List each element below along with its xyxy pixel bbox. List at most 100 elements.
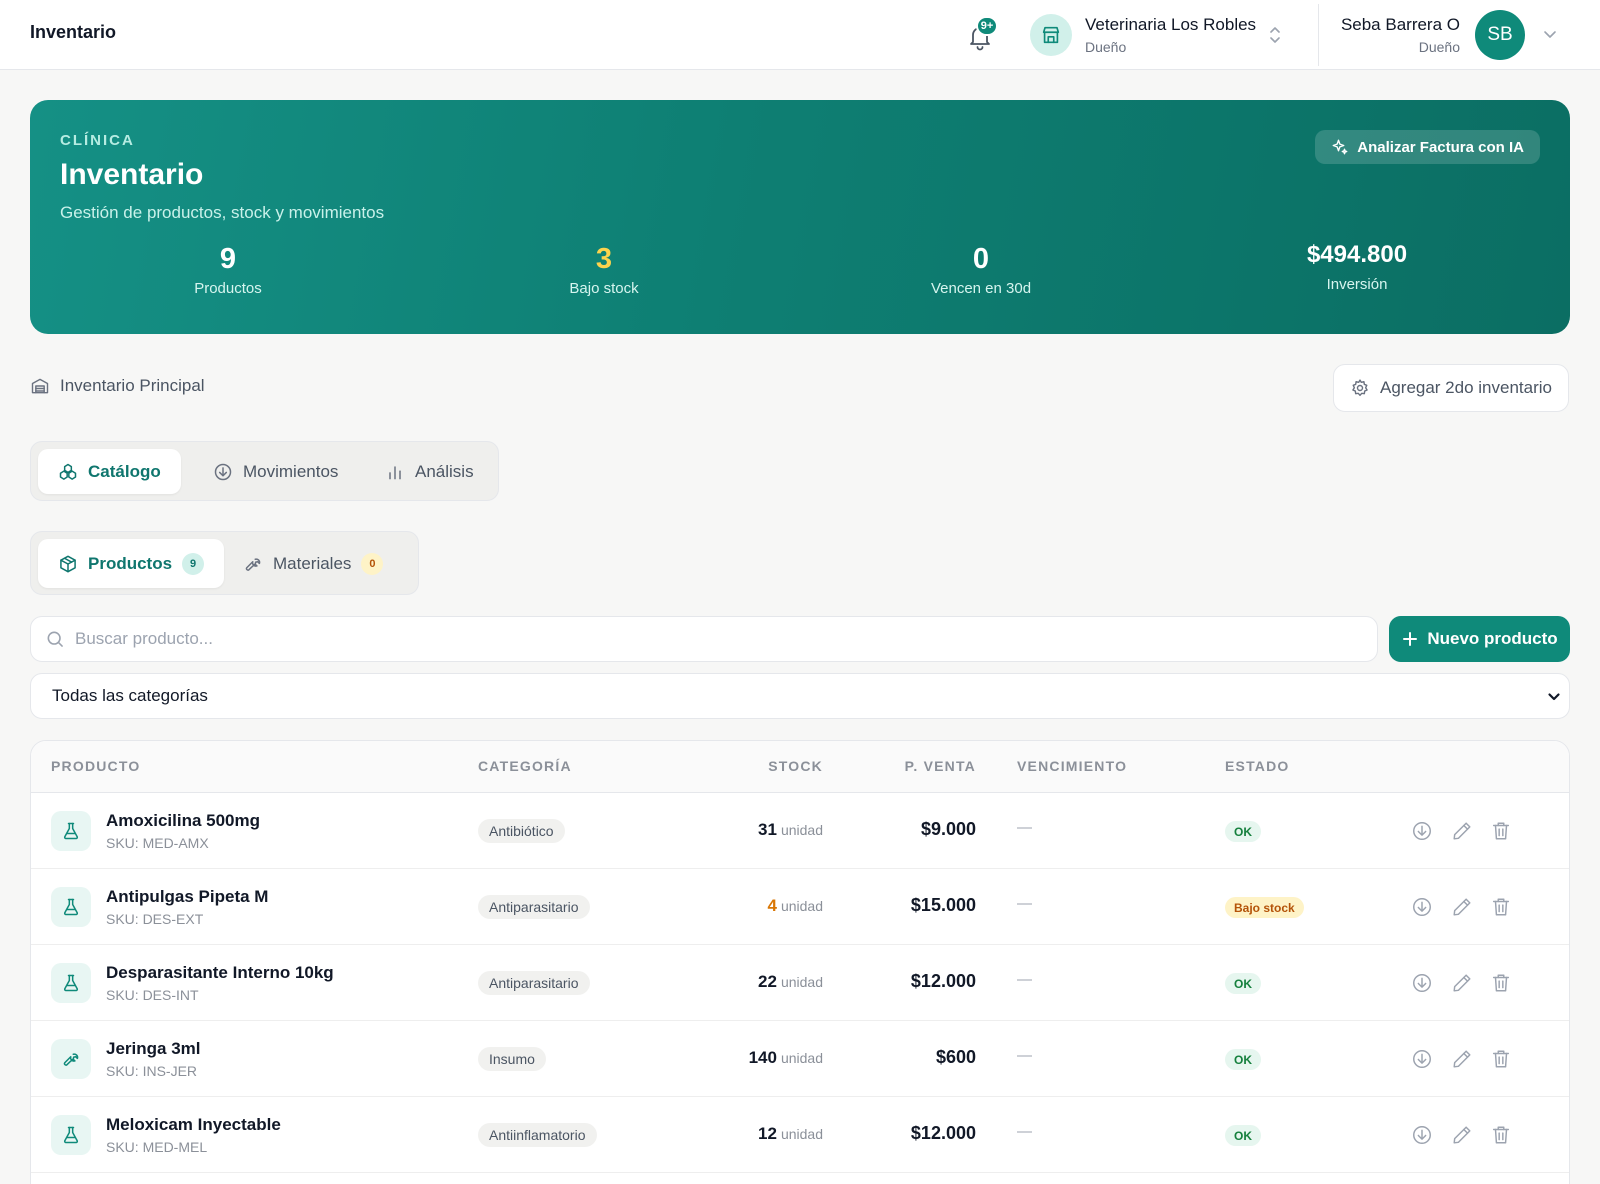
delete-trash-icon[interactable] [1490, 972, 1512, 994]
notification-count-badge: 9+ [976, 16, 998, 36]
status-badge: Bajo stock [1225, 897, 1304, 918]
register-movement-icon[interactable] [1411, 1124, 1433, 1146]
edit-pencil-icon[interactable] [1451, 1124, 1473, 1146]
chevron-down-icon[interactable] [1543, 27, 1557, 46]
add-second-inventory-label: Agregar 2do inventario [1379, 378, 1552, 397]
subtab-productos[interactable]: Productos 9 [38, 539, 225, 588]
gear-icon [1352, 379, 1368, 397]
tab-label: Movimientos [243, 461, 339, 481]
clinic-store-icon[interactable] [1030, 14, 1072, 56]
user-avatar[interactable]: SB [1475, 10, 1525, 60]
product-sku: SKU: DES-INT [106, 987, 199, 1003]
stat-value: 9 [219, 243, 237, 275]
header-categoria[interactable]: CATEGORÍA [478, 758, 572, 774]
product-name[interactable]: Amoxicilina 500mg [106, 811, 260, 831]
register-movement-icon[interactable] [1411, 896, 1433, 918]
tab-movimientos[interactable]: Movimientos [193, 449, 358, 494]
clinic-name[interactable]: Veterinaria Los Robles [1085, 15, 1256, 35]
inventory-hero-banner: CLÍNICA Inventario Gestión de productos,… [30, 100, 1570, 334]
header-precio[interactable]: P. VENTA [905, 758, 976, 774]
delete-trash-icon[interactable] [1490, 1124, 1512, 1146]
table-row[interactable]: Amoxicilina 500mg SKU: MED-AMX Antibióti… [31, 793, 1569, 869]
movements-icon [214, 463, 232, 480]
status-badge: OK [1225, 973, 1261, 994]
edit-pencil-icon[interactable] [1451, 972, 1473, 994]
product-name[interactable]: Jeringa 3ml [106, 1039, 201, 1059]
status-badge: OK [1225, 1049, 1261, 1070]
stat-label: Inversión [1326, 276, 1388, 293]
stock-qty: 12 [758, 1124, 777, 1143]
edit-pencil-icon[interactable] [1451, 896, 1473, 918]
sale-price: $12.000 [910, 1123, 976, 1143]
stat-label: Productos [194, 280, 262, 297]
tab-catalogo[interactable]: Catálogo [38, 449, 181, 494]
product-sku: SKU: MED-MEL [106, 1139, 208, 1155]
stock-value: 140 unidad [749, 1048, 823, 1068]
product-sku: SKU: DES-EXT [106, 911, 204, 927]
sale-price: $12.000 [910, 971, 976, 991]
table-body: Amoxicilina 500mg SKU: MED-AMX Antibióti… [31, 793, 1569, 1173]
main-inventory-label[interactable]: Inventario Principal [30, 376, 205, 396]
table-row[interactable]: Jeringa 3ml SKU: INS-JER Insumo 140 unida… [31, 1021, 1569, 1097]
product-name[interactable]: Meloxicam Inyectable [106, 1115, 281, 1135]
register-movement-icon[interactable] [1411, 1048, 1433, 1070]
table-row[interactable]: Meloxicam Inyectable SKU: MED-MEL Antiin… [31, 1097, 1569, 1173]
user-name[interactable]: Seba Barrera O [1341, 15, 1460, 35]
delete-trash-icon[interactable] [1490, 820, 1512, 842]
search-input[interactable] [75, 629, 1335, 649]
category-filter-select[interactable]: Todas las categorías [30, 673, 1570, 719]
clinic-role: Dueño [1085, 39, 1127, 55]
edit-pencil-icon[interactable] [1451, 1048, 1473, 1070]
expiry-date: — [1017, 819, 1032, 836]
register-movement-icon[interactable] [1411, 820, 1433, 842]
products-count-badge: 9 [182, 552, 205, 575]
search-box [30, 616, 1378, 662]
stock-unit: unidad [780, 1050, 823, 1066]
chevron-down-icon [1548, 693, 1560, 701]
stock-unit: unidad [780, 1126, 823, 1142]
stock-value: 12 unidad [758, 1124, 823, 1144]
catalog-icon [59, 463, 77, 480]
stock-unit: unidad [780, 974, 823, 990]
stat-label: Bajo stock [569, 280, 639, 297]
stock-qty: 140 [748, 1048, 777, 1067]
product-name[interactable]: Desparasitante Interno 10kg [106, 963, 334, 983]
category-chip: Insumo [478, 1047, 546, 1071]
flask-icon [51, 963, 91, 1003]
tab-analisis[interactable]: Análisis [365, 449, 494, 494]
analyze-invoice-ai-button[interactable]: Analizar Factura con IA [1315, 130, 1540, 164]
header-vencimiento[interactable]: VENCIMIENTO [1017, 758, 1127, 774]
stat-low-stock: 3 Bajo stock [504, 242, 704, 297]
expiry-date: — [1017, 1123, 1032, 1140]
header-estado[interactable]: ESTADO [1225, 758, 1290, 774]
register-movement-icon[interactable] [1411, 972, 1433, 994]
stat-value: $494.800 [1306, 241, 1408, 268]
status-badge: OK [1225, 1125, 1261, 1146]
table-row[interactable]: Desparasitante Interno 10kg SKU: DES-INT… [31, 945, 1569, 1021]
table-row[interactable]: Antipulgas Pipeta M SKU: DES-EXT Antipar… [31, 869, 1569, 945]
stat-value: 0 [972, 243, 990, 275]
edit-pencil-icon[interactable] [1451, 820, 1473, 842]
stat-investment: $494.800 Inversión [1257, 238, 1457, 293]
delete-trash-icon[interactable] [1490, 1048, 1512, 1070]
add-second-inventory-button[interactable]: Agregar 2do inventario [1332, 364, 1569, 412]
flask-icon [51, 887, 91, 927]
user-role: Dueño [1418, 39, 1460, 55]
top-bar: Inventario 9+ Veterinaria Los Robles Due… [0, 0, 1600, 70]
new-product-label: Nuevo producto [1427, 629, 1558, 648]
hero-subtitle: Gestión de productos, stock y movimiento… [60, 203, 385, 222]
tab-label: Análisis [415, 461, 474, 481]
subtab-materiales[interactable]: Materiales 0 [223, 539, 403, 588]
delete-trash-icon[interactable] [1490, 896, 1512, 918]
expiry-date: — [1017, 1047, 1032, 1064]
analysis-icon [389, 465, 401, 479]
stat-label: Vencen en 30d [930, 280, 1032, 297]
expiry-date: — [1017, 971, 1032, 988]
product-sku: SKU: INS-JER [106, 1063, 198, 1079]
new-product-button[interactable]: Nuevo producto [1389, 616, 1570, 662]
product-name[interactable]: Antipulgas Pipeta M [106, 887, 268, 907]
header-producto[interactable]: PRODUCTO [51, 758, 140, 774]
item-type-tabs: Productos 9 Materiales 0 [30, 531, 419, 595]
clinic-switch-chevrons-icon[interactable] [1268, 24, 1282, 51]
header-stock[interactable]: STOCK [768, 758, 823, 774]
